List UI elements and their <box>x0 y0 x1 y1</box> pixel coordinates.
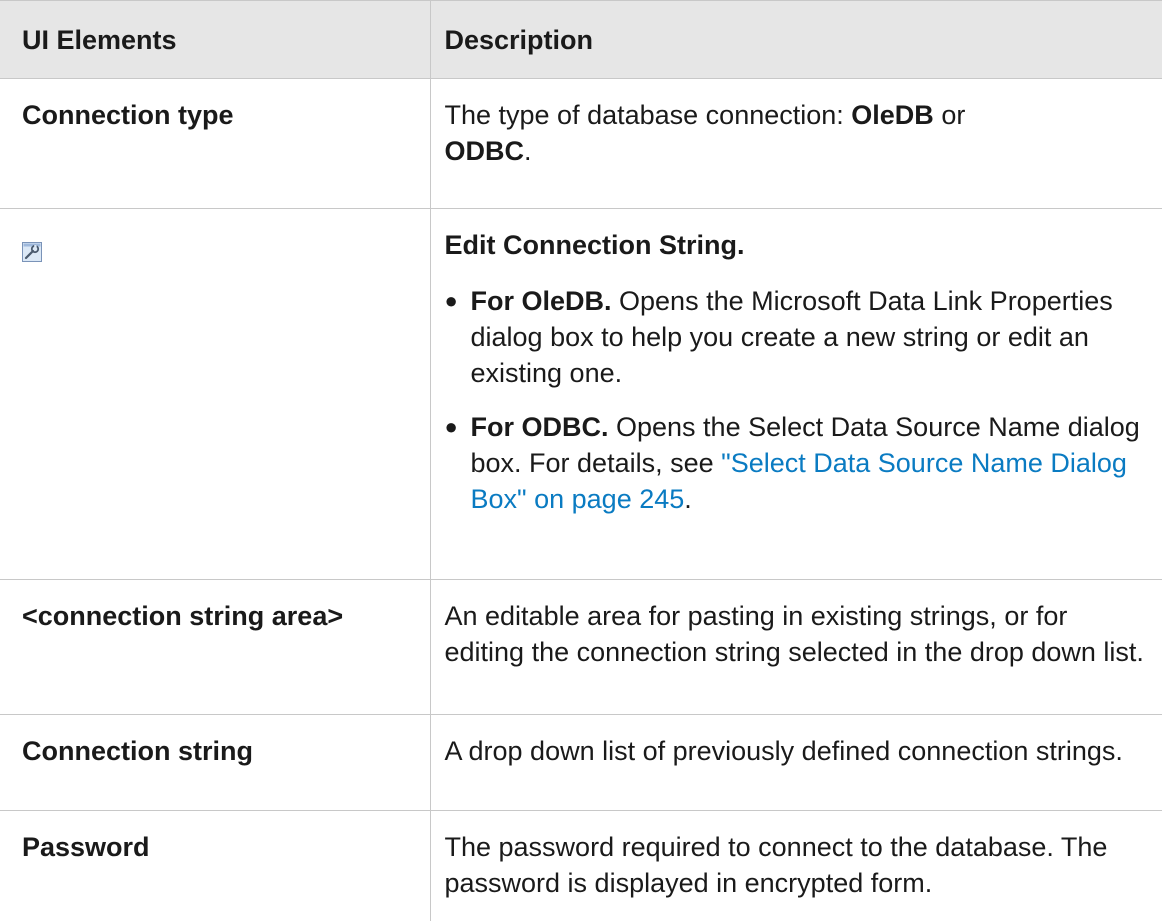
description-connection-string-area: An editable area for pasting in existing… <box>430 580 1162 715</box>
list-item: ●For ODBC. Opens the Select Data Source … <box>445 409 1155 517</box>
header-ui-elements: UI Elements <box>0 1 430 79</box>
keyword-oledb: OleDB <box>851 100 934 130</box>
table-row: Edit Connection String. ●For OleDB. Open… <box>0 209 1162 580</box>
table-row: <connection string area> An editable are… <box>0 580 1162 715</box>
edit-connection-string-bullets: ●For OleDB. Opens the Microsoft Data Lin… <box>445 283 1155 517</box>
desc-text: . <box>524 136 532 166</box>
description-connection-string: A drop down list of previously defined c… <box>430 715 1162 811</box>
bullet-lead-oledb: For OleDB. <box>471 286 612 316</box>
bullet-text-end: . <box>684 484 692 514</box>
element-edit-icon-cell <box>0 209 430 580</box>
bullet-icon: ● <box>445 409 458 445</box>
edit-connection-string-title: Edit Connection String. <box>445 227 1155 263</box>
table-header-row: UI Elements Description <box>0 1 1162 79</box>
element-name-connection-type: Connection type <box>0 79 430 209</box>
desc-text: or <box>934 100 966 130</box>
bullet-lead-odbc: For ODBC. <box>471 412 609 442</box>
table-row: Password The password required to connec… <box>0 811 1162 921</box>
element-name-password: Password <box>0 811 430 921</box>
edit-connection-string-icon <box>22 235 42 255</box>
description-connection-type: The type of database connection: OleDB o… <box>430 79 1162 209</box>
element-name-connection-string: Connection string <box>0 715 430 811</box>
bullet-icon: ● <box>445 283 458 319</box>
table-row: Connection type The type of database con… <box>0 79 1162 209</box>
header-description: Description <box>430 1 1162 79</box>
table-row: Connection string A drop down list of pr… <box>0 715 1162 811</box>
list-item: ●For OleDB. Opens the Microsoft Data Lin… <box>445 283 1155 391</box>
desc-text: The type of database connection: <box>445 100 852 130</box>
keyword-odbc: ODBC <box>445 136 525 166</box>
ui-elements-table: UI Elements Description Connection type … <box>0 0 1162 921</box>
description-password: The password required to connect to the … <box>430 811 1162 921</box>
element-name-connection-string-area: <connection string area> <box>0 580 430 715</box>
description-edit-connection-string: Edit Connection String. ●For OleDB. Open… <box>430 209 1162 580</box>
